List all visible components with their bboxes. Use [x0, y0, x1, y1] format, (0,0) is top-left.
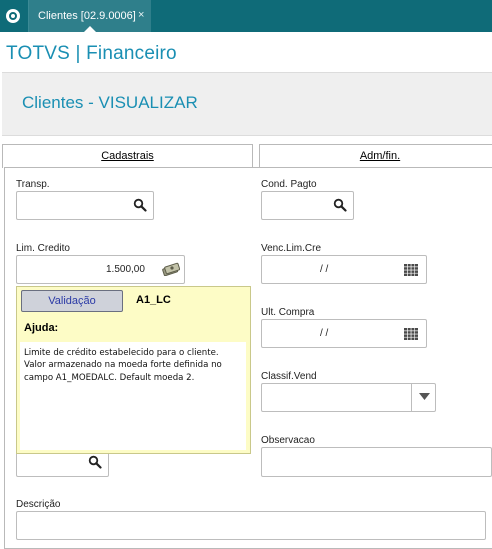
descricao-input[interactable]: [16, 511, 486, 540]
tab-cadastrais-label: Cadastrais: [101, 150, 154, 162]
observacao-input[interactable]: [261, 447, 492, 477]
cond-pagto-label: Cond. Pagto: [261, 179, 317, 190]
venc-lim-cre-value: / /: [320, 264, 329, 275]
calendar-icon[interactable]: [404, 328, 418, 340]
ult-compra-label: Ult. Compra: [261, 307, 315, 318]
ult-compra-input[interactable]: [261, 319, 427, 348]
window-tab-label: Clientes [02.9.0006]: [38, 10, 136, 22]
transp-label: Transp.: [16, 179, 50, 190]
help-heading: Ajuda:: [24, 322, 59, 334]
tab-adm-fin-label: Adm/fin.: [359, 150, 401, 162]
app-title: TOTVS | Financeiro: [6, 43, 177, 64]
lim-credito-label: Lim. Credito: [16, 243, 70, 254]
descricao-label: Descrição: [16, 499, 61, 510]
search-icon[interactable]: [333, 198, 347, 212]
lim-credito-input[interactable]: [16, 255, 185, 284]
select-divider: [411, 383, 412, 411]
venc-lim-cre-label: Venc.Lim.Cre: [261, 243, 322, 254]
ult-compra-value: / /: [320, 328, 329, 339]
venc-lim-cre-input[interactable]: [261, 255, 427, 284]
lim-credito-value: 1.500,00: [106, 264, 145, 275]
classif-vend-select[interactable]: [261, 383, 436, 412]
search-icon[interactable]: [88, 455, 102, 469]
tab-adm-fin[interactable]: Adm/fin.: [259, 144, 492, 168]
totvs-logo-icon[interactable]: [6, 9, 20, 23]
calendar-icon[interactable]: [404, 264, 418, 276]
observacao-label: Observacao: [261, 435, 315, 446]
help-field-name: A1_LC: [136, 294, 171, 306]
search-icon[interactable]: [133, 198, 147, 212]
close-icon[interactable]: ×: [138, 9, 144, 21]
chevron-down-icon[interactable]: [419, 393, 430, 401]
classif-vend-label: Classif.Vend: [261, 371, 317, 382]
help-text: Limite de crédito estabelecido para o cl…: [24, 348, 222, 383]
tab-cadastrais[interactable]: Cadastrais: [2, 144, 253, 168]
money-icon[interactable]: [162, 262, 180, 276]
validation-button[interactable]: Validação: [21, 290, 123, 312]
page-title: Clientes - VISUALIZAR: [22, 93, 198, 112]
